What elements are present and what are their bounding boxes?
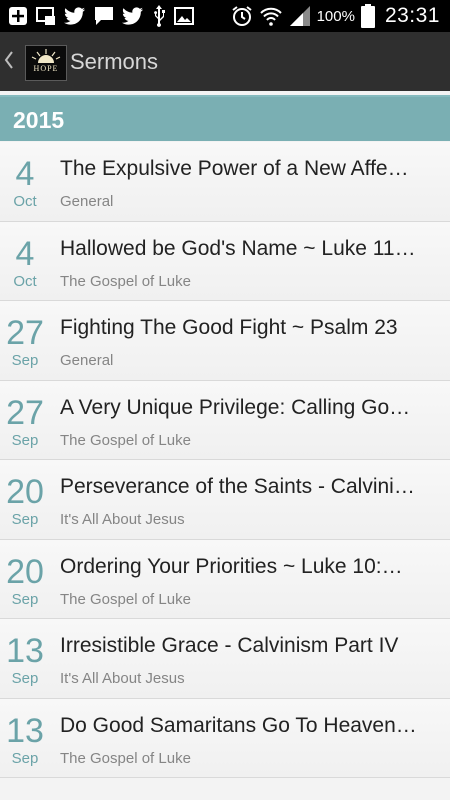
chevron-left-icon[interactable] [4,50,14,70]
sermon-title: Hallowed be God's Name ~ Luke 11… [60,236,416,260]
list-item[interactable]: 4 Oct The Expulsive Power of a New Affe…… [0,142,450,222]
sermon-title: A Very Unique Privilege: Calling Go… [60,395,411,419]
sermon-month: Sep [11,670,39,687]
list-item[interactable]: 27 Sep A Very Unique Privilege: Calling … [0,380,450,460]
sermon-title: Do Good Samaritans Go To Heaven… [60,713,417,737]
sermon-category: General [60,352,114,369]
twitter-icon [122,7,143,25]
list-item[interactable]: 20 Sep Ordering Your Priorities ~ Luke 1… [0,539,450,619]
wifi-icon [259,7,282,26]
sermon-month: Sep [11,511,39,528]
list-item[interactable]: 13 Sep Irresistible Grace - Calvinism Pa… [0,619,450,699]
sermon-month: Sep [11,352,39,369]
sermon-day: 13 [6,632,44,670]
list-item[interactable]: 13 Sep Do Good Samaritans Go To Heaven… … [0,698,450,778]
list-item[interactable]: 20 Sep Perseverance of the Saints - Calv… [0,460,450,540]
clock-time: 23:31 [384,4,440,27]
signal-icon [289,6,310,26]
notification-icons [8,5,194,27]
sermon-title: Fighting The Good Fight ~ Psalm 23 [60,316,398,339]
sermon-day: 20 [6,552,44,591]
sermon-day: 20 [6,473,44,511]
page-title: Sermons [70,49,159,74]
sermon-list: 4 Oct The Expulsive Power of a New Affe…… [0,142,450,778]
sermon-category: The Gospel of Luke [60,431,191,449]
sermon-title: Ordering Your Priorities ~ Luke 10:… [60,554,403,578]
section-header: 2015 [0,95,450,141]
sermon-month: Sep [11,590,39,608]
sermon-day: 27 [6,393,44,432]
system-icons: 100% 23:31 [231,0,440,32]
list-item[interactable]: 27 Sep Fighting The Good Fight ~ Psalm 2… [0,301,450,381]
action-bar: HOPE Sermons [0,32,450,91]
picture-in-picture-icon [36,7,55,25]
image-icon [174,7,194,25]
sermon-title: Perseverance of the Saints - Calvini… [60,475,415,498]
alarm-icon [231,6,252,26]
sermon-category: The Gospel of Luke [60,749,191,767]
chat-icon [95,7,113,25]
sermon-title: Irresistible Grace - Calvinism Part IV [60,634,399,657]
sunrise-icon [31,49,61,63]
status-bar: 100% 23:31 [0,0,450,32]
sermon-month: Oct [13,272,37,290]
section-year: 2015 [13,107,65,133]
sermon-day: 4 [15,234,35,273]
sermon-title: The Expulsive Power of a New Affe… [60,157,409,180]
sermon-month: Oct [13,193,37,210]
logo-text: HOPE [33,64,59,73]
app-logo[interactable]: HOPE [25,45,67,81]
sermon-day: 13 [6,711,44,750]
sermon-day: 27 [6,314,44,352]
sermon-month: Sep [11,749,39,767]
sermon-category: The Gospel of Luke [60,590,191,608]
sermon-day: 4 [15,155,35,193]
sermon-category: General [60,193,114,210]
list-item[interactable]: 4 Oct Hallowed be God's Name ~ Luke 11… … [0,221,450,301]
sermon-month: Sep [11,431,39,449]
usb-icon [154,5,165,27]
sermon-category: It's All About Jesus [60,511,185,528]
twitter-icon [64,7,85,25]
battery-percent: 100% [316,7,355,25]
add-icon [9,7,27,25]
sermon-category: It's All About Jesus [60,670,185,687]
sermon-category: The Gospel of Luke [60,272,191,290]
battery-icon [360,4,375,28]
